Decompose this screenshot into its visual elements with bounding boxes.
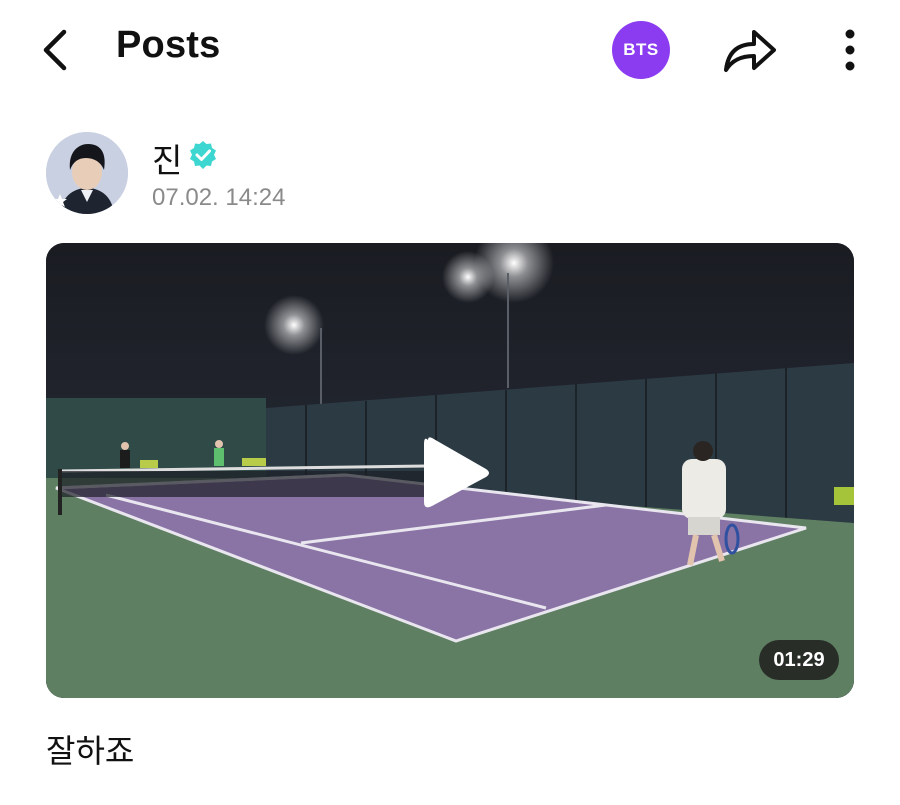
author-avatar[interactable] <box>46 132 128 214</box>
share-icon[interactable] <box>720 24 778 76</box>
more-options-icon[interactable] <box>836 26 864 74</box>
video-duration-badge: 01:29 <box>759 640 839 680</box>
post-caption: 잘하죠 <box>46 732 135 770</box>
top-bar: Posts BTS <box>0 0 900 100</box>
back-chevron-icon[interactable] <box>36 28 76 72</box>
post-timestamp: 07.02. 14:24 <box>152 184 286 211</box>
page-title: Posts <box>116 24 221 66</box>
play-icon[interactable] <box>418 432 494 514</box>
author-name[interactable]: 진 <box>152 134 182 182</box>
verified-badge-icon <box>190 141 216 169</box>
community-badge[interactable]: BTS <box>612 21 670 79</box>
